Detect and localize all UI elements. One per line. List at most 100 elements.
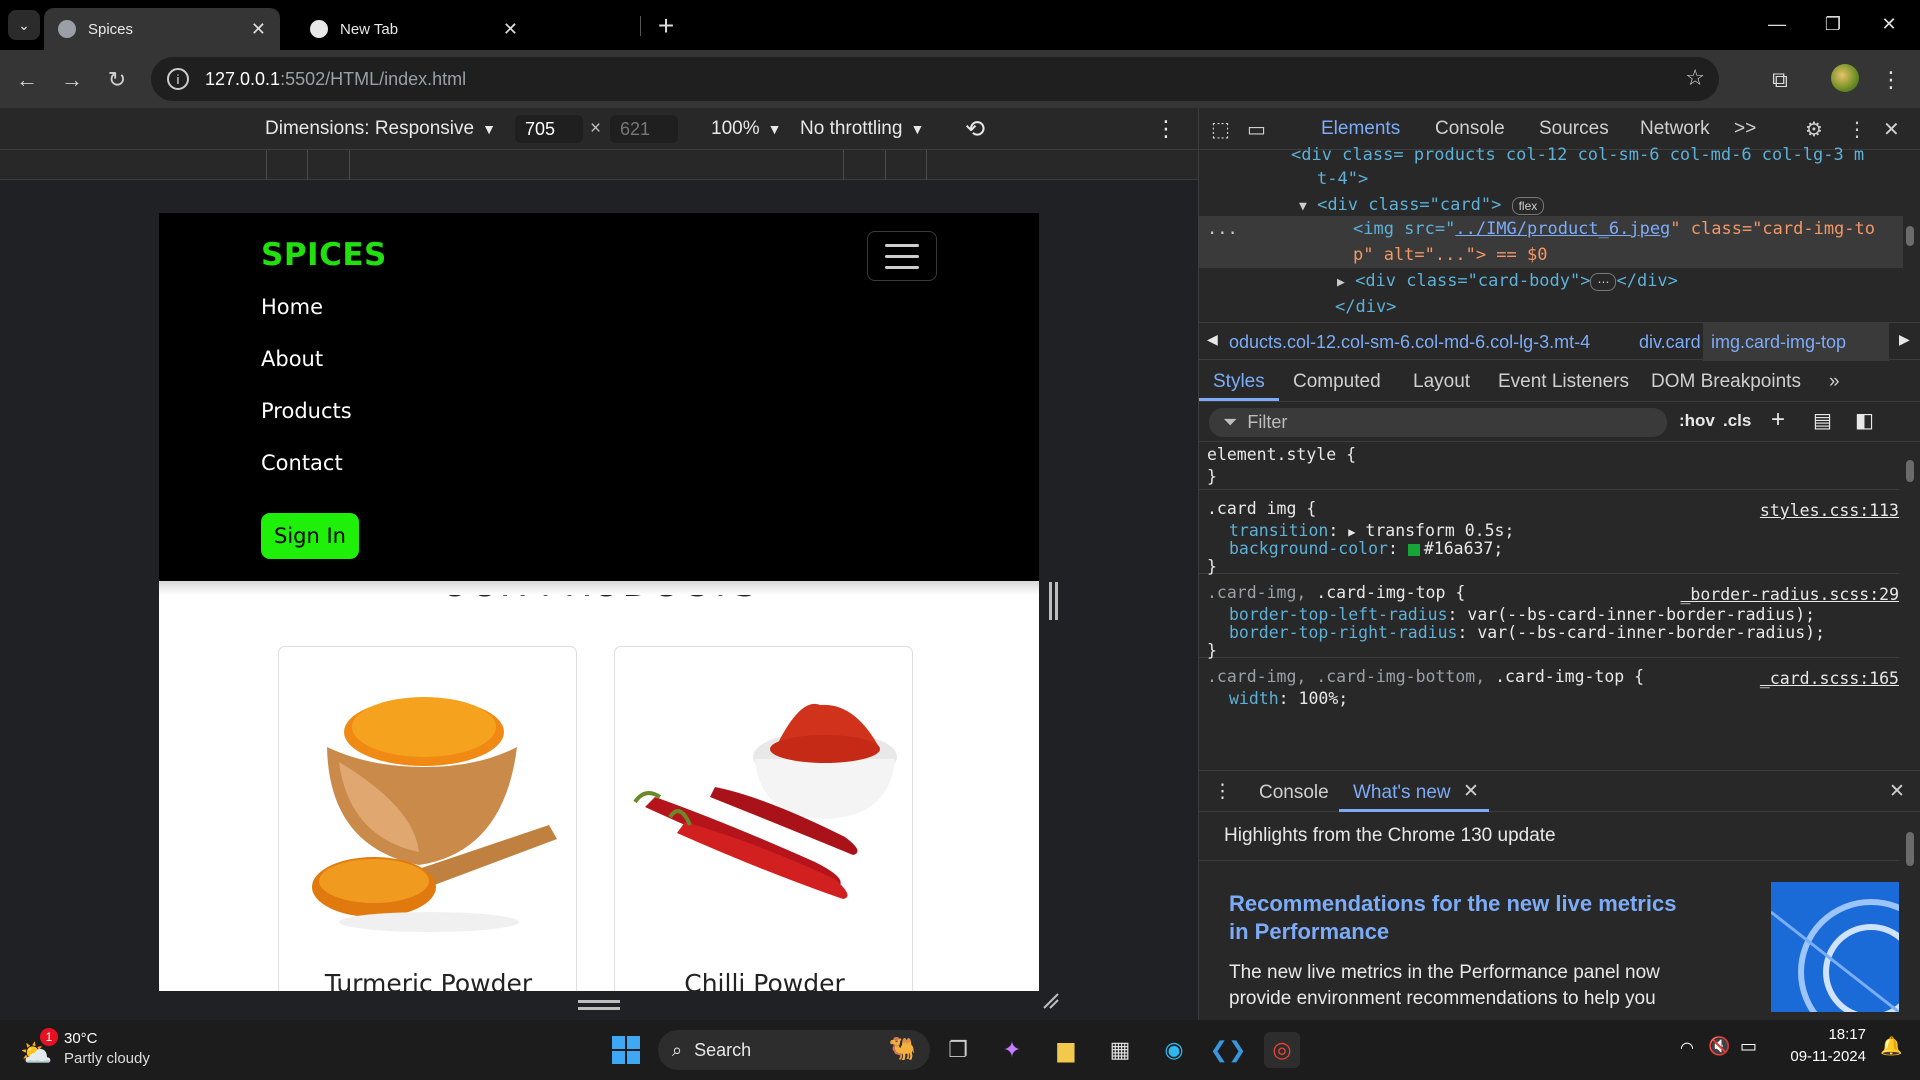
taskbar-search[interactable]: ⌕ Search 🐫 (658, 1030, 930, 1070)
more-subtabs-icon[interactable]: » (1829, 371, 1840, 393)
wifi-icon[interactable]: ◠ (1680, 1038, 1694, 1058)
devtools-close-icon[interactable]: ✕ (1883, 117, 1900, 142)
dom-line-card-body[interactable]: ▶ <div class="card-body"> ⋯ </div> (1337, 268, 1678, 296)
forward-icon[interactable]: → (54, 62, 90, 98)
nav-link-about[interactable]: About (261, 347, 323, 371)
new-tab-button[interactable]: + (648, 8, 684, 44)
task-view-icon[interactable]: ❐ (940, 1032, 976, 1068)
dom-scrollbar[interactable] (1903, 150, 1917, 322)
style-property[interactable]: background-color: #16a637; (1229, 538, 1503, 560)
reload-icon[interactable]: ↻ (99, 62, 135, 98)
clock-date[interactable]: 09-11-2024 (1776, 1048, 1866, 1065)
nav-link-products[interactable]: Products (261, 399, 352, 423)
cls-toggle[interactable]: .cls (1723, 411, 1751, 431)
throttling-dropdown[interactable]: No throttling ▼ (800, 116, 924, 142)
width-input[interactable]: 705 (515, 115, 583, 143)
tab-layout[interactable]: Layout (1413, 371, 1470, 393)
dimensions-dropdown[interactable]: Dimensions: Responsive ▼ (265, 116, 496, 142)
copilot-icon[interactable]: ✦ (994, 1032, 1030, 1068)
chrome-taskbar-icon[interactable]: ◎ (1264, 1032, 1300, 1068)
whats-new-scrollbar[interactable] (1903, 812, 1917, 1020)
flex-badge[interactable]: flex (1511, 197, 1545, 215)
settings-gear-icon[interactable]: ⚙ (1805, 117, 1823, 142)
site-brand[interactable]: SPICES (261, 237, 387, 273)
article-thumbnail-image[interactable] (1771, 882, 1899, 1012)
ellipsis-badge[interactable]: ⋯ (1590, 273, 1617, 291)
drawer-tab-console[interactable]: Console (1259, 782, 1329, 804)
windows-start-icon[interactable] (608, 1032, 644, 1068)
height-input[interactable]: 621 (610, 115, 678, 143)
extensions-icon[interactable]: ⧉ (1762, 62, 1798, 98)
bookmark-star-icon[interactable]: ☆ (1685, 65, 1705, 91)
device-toolbar-icon[interactable]: ▭ (1247, 117, 1266, 142)
rule-source-link[interactable]: _border-radius.scss:29 (1680, 584, 1899, 606)
notifications-bell-icon[interactable]: 🔔 (1880, 1036, 1902, 1057)
breadcrumb-item[interactable]: oducts.col-12.col-sm-6.col-md-6.col-lg-3… (1229, 332, 1590, 353)
rule-selector[interactable]: .card-img, .card-img-bottom, .card-img-t… (1207, 666, 1644, 688)
scroll-thumb[interactable] (1906, 832, 1914, 866)
rule-source-link[interactable]: _card.scss:165 (1760, 668, 1899, 690)
new-rule-icon[interactable]: + (1771, 406, 1785, 434)
close-tab-icon[interactable]: ✕ (503, 19, 518, 40)
restore-icon[interactable]: ❐ (1805, 0, 1861, 48)
rule-selector[interactable]: element.style { (1207, 444, 1356, 466)
sidebar-toggle-icon[interactable]: ◧ (1855, 408, 1874, 433)
battery-icon[interactable]: ▭ (1740, 1036, 1757, 1057)
site-info-icon[interactable]: i (167, 68, 189, 90)
style-property[interactable]: width: 100%; (1229, 688, 1348, 710)
viewport-resize-handle-right[interactable] (1049, 582, 1058, 620)
zoom-dropdown[interactable]: 100% ▼ (711, 116, 781, 142)
tab-computed[interactable]: Computed (1293, 371, 1381, 393)
minimize-icon[interactable]: — (1749, 0, 1805, 48)
product-card[interactable]: Turmeric Powder (278, 646, 577, 991)
tab-event-listeners[interactable]: Event Listeners (1498, 371, 1629, 393)
whats-new-article-title[interactable]: Recommendations for the new live metrics… (1229, 890, 1699, 946)
viewport-resize-handle-bottom[interactable] (578, 1000, 620, 1010)
tab-styles[interactable]: Styles (1213, 371, 1265, 393)
drawer-menu-icon[interactable]: ⋮ (1213, 780, 1232, 803)
styles-filter-input[interactable]: ⏷ Filter (1209, 408, 1667, 437)
breadcrumb-item[interactable]: div.card (1639, 332, 1701, 353)
color-swatch[interactable] (1407, 543, 1420, 556)
scroll-thumb[interactable] (1906, 226, 1914, 246)
nav-link-home[interactable]: Home (261, 295, 323, 319)
dom-ellipsis[interactable]: ... (1207, 216, 1238, 242)
style-property[interactable]: border-top-right-radius: var(--bs-card-i… (1229, 622, 1825, 644)
sign-in-button[interactable]: Sign In (261, 513, 359, 559)
file-explorer-icon[interactable]: ▆ (1048, 1032, 1084, 1068)
rule-selector[interactable]: .card img { (1207, 498, 1316, 520)
nav-link-contact[interactable]: Contact (261, 451, 343, 475)
img-src-link[interactable]: ../IMG/product_6.jpeg (1455, 219, 1670, 239)
tab-spices[interactable]: Spices ✕ (44, 8, 280, 50)
paint-icon[interactable]: ▤ (1813, 408, 1832, 433)
inspect-element-icon[interactable]: ⬚ (1211, 117, 1230, 142)
menu-kebab-icon[interactable]: ⋮ (1873, 62, 1909, 98)
tab-search-button[interactable]: ⌄ (8, 10, 40, 40)
more-tabs-icon[interactable]: >> (1734, 118, 1756, 140)
breadcrumb-item-active[interactable]: img.card-img-top (1711, 332, 1846, 353)
drawer-tab-whats-new[interactable]: What's new (1353, 782, 1451, 804)
caret-left-icon[interactable]: ◀ (1207, 331, 1218, 348)
tab-new-tab[interactable]: New Tab ✕ (296, 8, 532, 50)
scroll-thumb[interactable] (1906, 460, 1914, 482)
viewport-resize-corner-icon[interactable] (1040, 990, 1060, 1010)
product-card[interactable]: Chilli Powder (614, 646, 913, 991)
edge-icon[interactable]: ◉ (1156, 1032, 1192, 1068)
rotate-icon[interactable]: ⟲ (965, 116, 985, 143)
speaker-muted-icon[interactable]: 🔇 (1708, 1036, 1730, 1057)
microsoft-store-icon[interactable]: ▦ (1102, 1032, 1138, 1068)
styles-scrollbar[interactable] (1903, 442, 1917, 762)
dom-line-img[interactable]: <img src="../IMG/product_6.jpeg" class="… (1353, 216, 1875, 242)
address-bar[interactable]: i 127.0.0.1:5502/HTML/index.html ☆ (151, 57, 1719, 101)
tab-sources[interactable]: Sources (1539, 118, 1609, 140)
tab-dom-breakpoints[interactable]: DOM Breakpoints (1651, 371, 1801, 393)
close-tab-icon[interactable]: ✕ (251, 19, 266, 40)
close-drawer-icon[interactable]: ✕ (1889, 780, 1905, 803)
navbar-toggler-button[interactable] (867, 231, 937, 281)
devtools-menu-icon[interactable]: ⋮ (1847, 117, 1867, 142)
tab-console[interactable]: Console (1435, 118, 1505, 140)
dom-line[interactable]: <div class= products col-12 col-sm-6 col… (1291, 142, 1864, 168)
window-close-icon[interactable]: ✕ (1861, 0, 1917, 48)
vscode-icon[interactable]: ❮❯ (1210, 1032, 1247, 1068)
rule-selector[interactable]: .card-img, .card-img-top { (1207, 582, 1465, 604)
